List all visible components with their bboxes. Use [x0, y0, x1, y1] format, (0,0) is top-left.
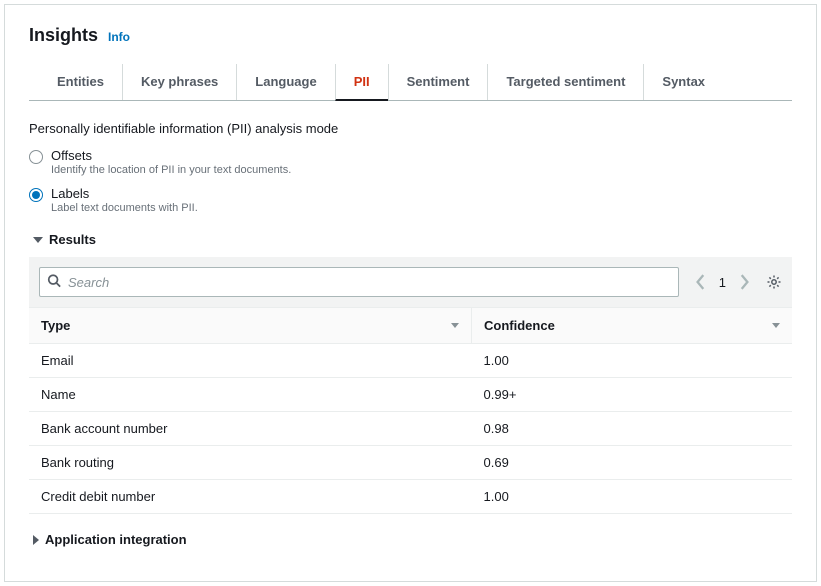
- insights-panel: Insights Info Entities Key phrases Langu…: [4, 4, 817, 582]
- results-toolbar: 1: [29, 257, 792, 307]
- col-confidence[interactable]: Confidence: [472, 308, 792, 344]
- cell-type: Name: [29, 378, 472, 412]
- results-expander[interactable]: Results: [29, 232, 792, 247]
- cell-type: Bank routing: [29, 446, 472, 480]
- sort-icon: [451, 323, 459, 328]
- prev-page-button[interactable]: [695, 274, 707, 290]
- cell-confidence: 1.00: [472, 480, 792, 514]
- tab-targeted-sentiment[interactable]: Targeted sentiment: [487, 64, 643, 100]
- tab-entities[interactable]: Entities: [39, 64, 122, 100]
- radio-label: Labels: [51, 186, 198, 201]
- info-link[interactable]: Info: [108, 30, 130, 44]
- cell-confidence: 0.99+: [472, 378, 792, 412]
- table-row: Email 1.00: [29, 344, 792, 378]
- table-row: Credit debit number 1.00: [29, 480, 792, 514]
- tab-pii[interactable]: PII: [335, 64, 388, 101]
- table-row: Name 0.99+: [29, 378, 792, 412]
- radio-icon: [29, 150, 43, 164]
- app-integration-title: Application integration: [45, 532, 187, 547]
- search-wrap: [39, 267, 679, 297]
- page-title: Insights: [29, 25, 98, 46]
- tab-sentiment[interactable]: Sentiment: [388, 64, 488, 100]
- page-number: 1: [719, 275, 726, 290]
- tabs: Entities Key phrases Language PII Sentim…: [29, 64, 792, 101]
- col-type[interactable]: Type: [29, 308, 472, 344]
- settings-button[interactable]: [766, 274, 782, 290]
- caret-down-icon: [33, 237, 43, 243]
- cell-type: Bank account number: [29, 412, 472, 446]
- tab-syntax[interactable]: Syntax: [643, 64, 723, 100]
- analysis-mode-heading: Personally identifiable information (PII…: [29, 121, 792, 136]
- sort-icon: [772, 323, 780, 328]
- radio-icon: [29, 188, 43, 202]
- cell-type: Email: [29, 344, 472, 378]
- cell-confidence: 0.98: [472, 412, 792, 446]
- cell-confidence: 1.00: [472, 344, 792, 378]
- radio-offsets[interactable]: Offsets Identify the location of PII in …: [29, 148, 792, 176]
- radio-labels[interactable]: Labels Label text documents with PII.: [29, 186, 792, 214]
- next-page-button[interactable]: [738, 274, 750, 290]
- results-table: Type Confidence Email 1.00: [29, 307, 792, 514]
- cell-confidence: 0.69: [472, 446, 792, 480]
- cell-type: Credit debit number: [29, 480, 472, 514]
- caret-right-icon: [33, 535, 39, 545]
- radio-desc: Label text documents with PII.: [51, 202, 198, 214]
- tab-key-phrases[interactable]: Key phrases: [122, 64, 236, 100]
- radio-desc: Identify the location of PII in your tex…: [51, 164, 291, 176]
- results-title: Results: [49, 232, 96, 247]
- tab-language[interactable]: Language: [236, 64, 334, 100]
- pager: 1: [689, 274, 756, 290]
- results-body: 1 Type: [29, 257, 792, 514]
- search-input[interactable]: [39, 267, 679, 297]
- analysis-mode-group: Offsets Identify the location of PII in …: [29, 148, 792, 214]
- table-row: Bank routing 0.69: [29, 446, 792, 480]
- radio-label: Offsets: [51, 148, 291, 163]
- table-row: Bank account number 0.98: [29, 412, 792, 446]
- panel-header: Insights Info: [29, 25, 792, 46]
- search-icon: [47, 274, 61, 291]
- app-integration-expander[interactable]: Application integration: [29, 532, 792, 547]
